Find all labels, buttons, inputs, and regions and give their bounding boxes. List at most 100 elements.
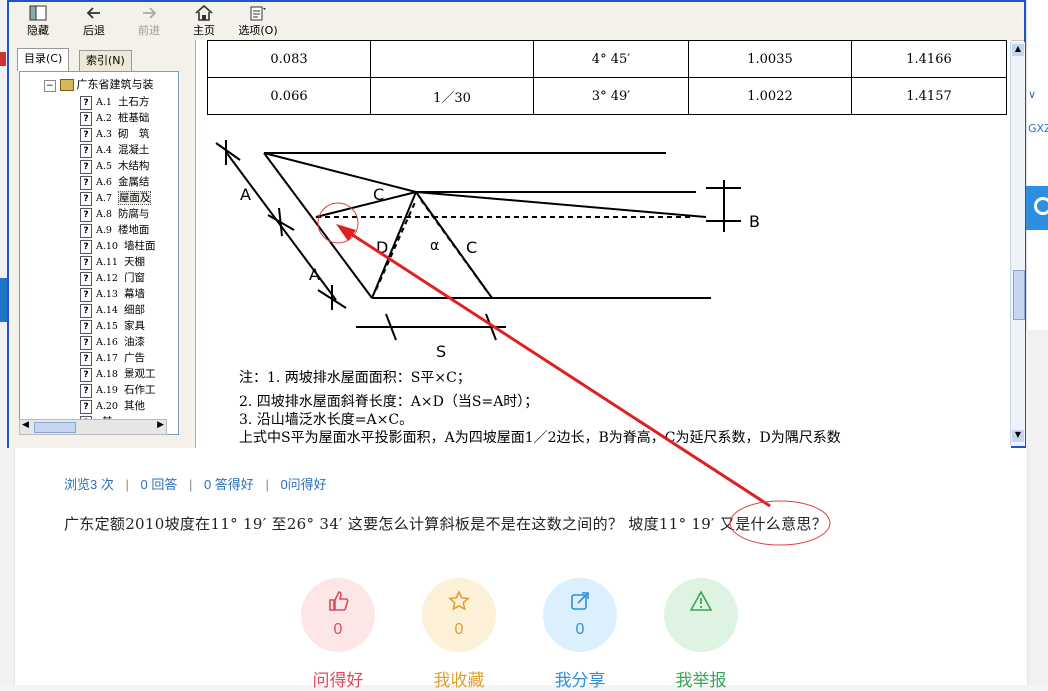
background-chevron-icon: ∨ <box>1028 88 1037 101</box>
tree-item[interactable]: ? A.12 门窗 <box>80 270 145 286</box>
help-topic-icon: ? <box>80 112 92 126</box>
tree-item-code: A.17 <box>96 353 118 364</box>
tree-item-code: A.6 <box>96 177 112 188</box>
help-viewer-window: 隐藏 后退 前进 主页 选项(O) 目录(C) 索引(N) − 广东省建筑与装 ?… <box>7 0 1026 448</box>
good-answers-count: 0 答得好 <box>203 477 254 492</box>
tab-contents[interactable]: 目录(C) <box>17 48 70 71</box>
tree-item[interactable]: ? A.2 桩基础 <box>80 110 149 126</box>
help-topic-icon: ? <box>80 288 92 302</box>
tree-item[interactable]: ? A.10 墙柱面 <box>80 238 155 254</box>
tree-root[interactable]: − 广东省建筑与装 <box>44 76 154 92</box>
tree-item-code: A.10 <box>96 241 118 252</box>
views-count: 浏览3 次 <box>64 477 114 492</box>
tree-item-label: 门窗 <box>123 272 145 284</box>
scroll-right-icon[interactable]: ▶ <box>157 420 164 430</box>
tree-item-label: 墙柱面 <box>123 240 156 252</box>
tree-item[interactable]: ? A.3 砌 筑 <box>80 126 149 142</box>
help-topic-icon: ? <box>80 128 92 142</box>
help-topic-icon: ? <box>80 256 92 270</box>
forward-arrow-icon <box>143 7 157 19</box>
diagram-label-alpha: α <box>430 238 440 254</box>
book-icon <box>59 79 74 91</box>
help-topic-icon: ? <box>80 336 92 350</box>
scrollbar-thumb[interactable] <box>1013 270 1025 320</box>
hide-pane-icon <box>29 5 47 21</box>
tree-item[interactable]: ? A.18 景观工 <box>80 366 155 382</box>
hide-button[interactable]: 隐藏 <box>23 4 53 38</box>
answers-count[interactable]: 0 回答 <box>140 477 177 492</box>
share-count: 0 <box>575 621 585 638</box>
tree-item[interactable]: ? A.6 金属结 <box>80 174 149 190</box>
good-question-button[interactable]: 0 问得好 <box>301 578 375 691</box>
tree-item-code: A.2 <box>96 113 112 124</box>
tree-item-code: A.14 <box>96 305 118 316</box>
tree-vertical-scrollbar[interactable]: ▼ <box>178 74 179 434</box>
diagram-label-c-right: C <box>466 238 478 257</box>
tree-horizontal-scrollbar[interactable]: ◀ ▶ <box>19 419 167 435</box>
home-button[interactable]: 主页 <box>189 4 219 38</box>
tree-item-label: 屋面及 <box>117 191 152 205</box>
report-button[interactable]: 我举报 <box>664 578 738 691</box>
tree-item-label: 防腐与 <box>117 208 150 220</box>
favorite-button[interactable]: 0 我收藏 <box>422 578 496 691</box>
tree-item[interactable]: ? A.4 混凝土 <box>80 142 149 158</box>
collapse-icon[interactable]: − <box>44 80 56 92</box>
help-topic-icon: ? <box>80 400 92 414</box>
tree-item[interactable]: ? A.9 楼地面 <box>80 222 149 238</box>
tree-item[interactable]: ? A.5 木结构 <box>80 158 149 174</box>
options-button[interactable]: 选项(O) <box>235 4 281 38</box>
back-button[interactable]: 后退 <box>79 4 109 38</box>
tree-item-label: 土石方 <box>117 96 150 108</box>
tree-item-label: 广告 <box>123 352 145 364</box>
tree-item-label: 家具 <box>123 320 145 332</box>
tree-item-code: A.12 <box>96 273 118 284</box>
scrollbar-thumb[interactable] <box>34 422 76 433</box>
stats-separator: | <box>125 477 129 492</box>
help-topic-icon: ? <box>80 192 92 206</box>
background-fragment <box>0 52 6 66</box>
back-arrow-icon <box>86 7 100 19</box>
forward-button[interactable]: 前进 <box>134 4 164 38</box>
tree-item[interactable]: ? A.7 屋面及 <box>80 190 152 206</box>
tree-item[interactable]: ? A.11 天棚 <box>80 254 145 270</box>
tree-item-code: A.4 <box>96 145 112 156</box>
tab-index[interactable]: 索引(N) <box>79 50 132 71</box>
tree-root-label: 广东省建筑与装 <box>76 78 154 91</box>
tree-item-label: 幕墙 <box>123 288 145 300</box>
tree-item[interactable]: ? A.20 其他 <box>80 398 145 414</box>
tree-item[interactable]: ? A.14 细部 <box>80 302 145 318</box>
note-line-2: 2. 四坡排水屋面斜脊长度：A×D（当S=A时）； <box>239 394 539 410</box>
scroll-down-icon[interactable]: ▼ <box>1012 430 1024 442</box>
share-label: 我分享 <box>554 671 606 691</box>
tree-item[interactable]: ? A.16 油漆 <box>80 334 145 350</box>
diagram-label-d: D <box>376 238 389 257</box>
scroll-down-icon[interactable]: ▼ <box>178 419 179 431</box>
tree-item[interactable]: ? A.8 防腐与 <box>80 206 149 222</box>
tree-item-label: 混凝土 <box>117 144 150 156</box>
tree-item[interactable]: ? A.13 幕墙 <box>80 286 145 302</box>
good-question-label: 问得好 <box>312 671 364 691</box>
scroll-up-icon[interactable]: ▲ <box>1012 44 1024 56</box>
tree-item-code: A.18 <box>96 369 118 380</box>
thumbs-up-icon <box>329 591 349 611</box>
stats-separator: | <box>265 477 269 492</box>
tree-item[interactable]: ? A.1 土石方 <box>80 94 149 110</box>
diagram-label-c: C <box>373 185 385 204</box>
tree-item-code: A.1 <box>96 97 112 108</box>
content-vertical-scrollbar[interactable]: ▲ ▼ <box>1010 42 1025 446</box>
tree-item-code: A.5 <box>96 161 112 172</box>
tree-item-code: A.13 <box>96 289 118 300</box>
tree-item-code: A.16 <box>96 337 118 348</box>
tree-item-label: 楼地面 <box>117 224 150 236</box>
background-sidebar-fragment <box>1026 0 1048 330</box>
tree-item-label: 天棚 <box>123 256 145 268</box>
share-button[interactable]: 0 我分享 <box>543 578 617 691</box>
tree-item[interactable]: ? A.15 家具 <box>80 318 145 334</box>
tree-item[interactable]: ? A.17 广告 <box>80 350 145 366</box>
report-label: 我举报 <box>675 671 727 691</box>
tree-item[interactable]: ? A.19 石作工 <box>80 382 155 398</box>
help-content-pane: 0.083 4° 45′ 1.0035 1.4166 0.066 1／30 3°… <box>196 40 1011 448</box>
help-topic-icon: ? <box>80 352 92 366</box>
scroll-left-icon[interactable]: ◀ <box>22 420 29 430</box>
help-topic-icon: ? <box>80 160 92 174</box>
